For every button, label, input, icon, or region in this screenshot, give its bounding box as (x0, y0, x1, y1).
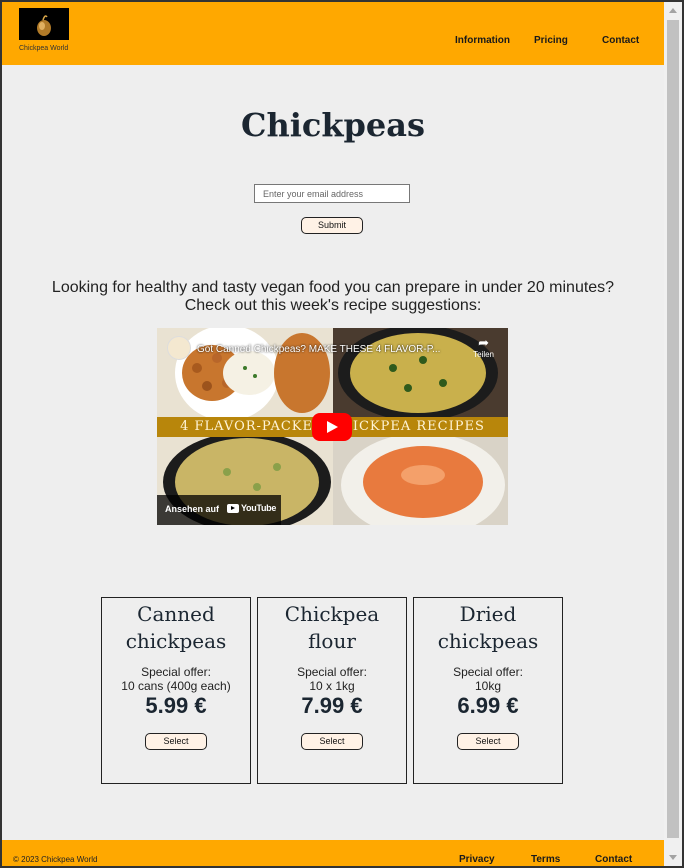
product-name: Canned chickpeas (102, 601, 250, 655)
product-name-line-1: Chickpea (284, 602, 380, 626)
logo-caption: Chickpea World (19, 45, 69, 52)
product-name: Dried chickpeas (414, 601, 562, 655)
video-embed[interactable]: 4 FLAVOR-PACKED CHICKPEA RECIPES Got Can… (157, 328, 508, 525)
play-icon[interactable] (312, 413, 352, 441)
nav-pricing[interactable]: Pricing (534, 35, 568, 46)
product-offer: Special offer: 10kg (414, 665, 562, 693)
page-title: Chickpeas (240, 106, 426, 144)
footer-terms-link[interactable]: Terms (531, 854, 560, 865)
footer-privacy-link[interactable]: Privacy (459, 854, 495, 865)
site-footer: © 2023 Chickpea World Privacy Terms Cont… (2, 840, 664, 866)
offer-label: Special offer: (297, 665, 367, 679)
product-price: 7.99 € (301, 693, 363, 718)
share-button[interactable]: ➦ Teilen (473, 335, 494, 360)
youtube-logo: YouTube (227, 503, 277, 514)
nav-information[interactable]: Information (455, 35, 510, 46)
channel-avatar[interactable] (167, 336, 191, 360)
submit-button[interactable]: Submit (301, 217, 363, 234)
product-name-line-2: flour (308, 629, 356, 653)
product-offer: Special offer: 10 cans (400g each) (102, 665, 250, 693)
chickpea-logo-icon[interactable] (19, 8, 69, 40)
intro-line-2: Check out this week's recipe suggestions… (184, 297, 482, 314)
offer-detail: 10 cans (400g each) (121, 679, 231, 693)
product-name-line-1: Canned (137, 602, 215, 626)
product-name: Chickpea flour (258, 601, 406, 655)
product-price: 5.99 € (145, 693, 207, 718)
offer-detail: 10kg (474, 679, 502, 693)
select-button-canned[interactable]: Select (145, 733, 207, 750)
video-title[interactable]: Got Canned Chickpeas? MAKE THESE 4 FLAVO… (197, 344, 440, 355)
scroll-up-icon[interactable] (669, 8, 677, 13)
product-name-line-1: Dried (459, 602, 517, 626)
video-thumb-bottom-right (333, 433, 508, 525)
nav-contact[interactable]: Contact (602, 35, 639, 46)
product-name-line-2: chickpeas (437, 629, 539, 653)
select-button-flour[interactable]: Select (301, 733, 363, 750)
offer-label: Special offer: (453, 665, 523, 679)
watch-on-youtube-button[interactable]: Ansehen auf YouTube (157, 495, 281, 525)
product-card-dried: Dried chickpeas Special offer: 10kg 6.99… (413, 597, 563, 784)
product-price: 6.99 € (457, 693, 519, 718)
page-viewport: Chickpea World Information Pricing Conta… (2, 2, 664, 866)
scroll-down-icon[interactable] (669, 855, 677, 860)
product-name-line-2: chickpeas (125, 629, 227, 653)
scrollbar-thumb[interactable] (667, 20, 679, 838)
product-offer: Special offer: 10 x 1kg (258, 665, 406, 693)
vertical-scrollbar[interactable] (664, 2, 682, 866)
site-header: Chickpea World Information Pricing Conta… (2, 2, 664, 65)
watch-on-label: Ansehen auf (165, 504, 220, 514)
copyright-text: © 2023 Chickpea World (13, 855, 98, 864)
youtube-icon (227, 504, 239, 514)
product-card-canned: Canned chickpeas Special offer: 10 cans … (101, 597, 251, 784)
youtube-label: YouTube (241, 503, 277, 513)
footer-contact-link[interactable]: Contact (595, 854, 632, 865)
intro-line-1: Looking for healthy and tasty vegan food… (51, 279, 615, 296)
share-icon: ➦ (478, 335, 489, 350)
product-card-flour: Chickpea flour Special offer: 10 x 1kg 7… (257, 597, 407, 784)
intro-text: Looking for healthy and tasty vegan food… (2, 279, 664, 315)
share-label: Teilen (473, 350, 494, 359)
offer-detail: 10 x 1kg (309, 679, 355, 693)
offer-label: Special offer: (141, 665, 211, 679)
select-button-dried[interactable]: Select (457, 733, 519, 750)
email-field[interactable] (254, 184, 410, 203)
